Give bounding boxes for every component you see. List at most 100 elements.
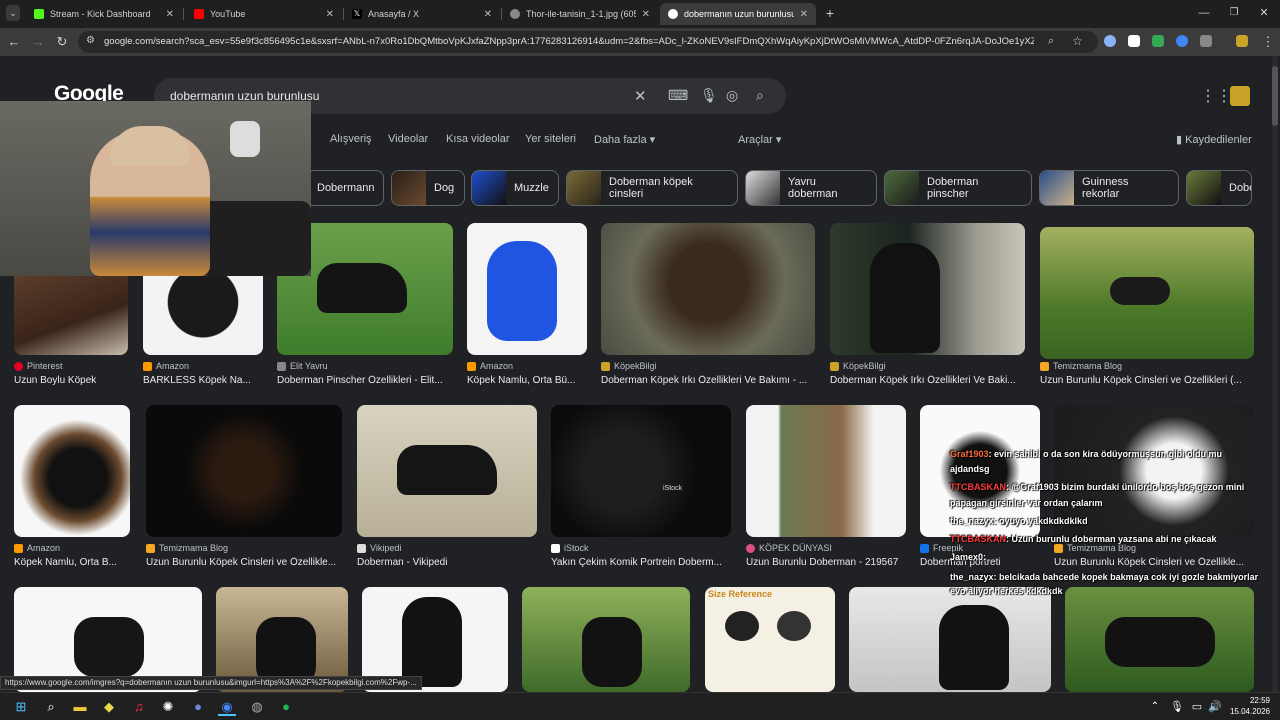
result-source[interactable]: KöpekBilgi (601, 361, 657, 371)
lens-icon[interactable]: ◎ (726, 87, 738, 104)
microphone-icon[interactable]: 🎙 (1168, 698, 1186, 716)
result-thumbnail[interactable] (467, 223, 587, 355)
result-title[interactable]: Uzun Burunlu Köpek Cinsleri ve Özellikle… (146, 557, 342, 568)
result-source[interactable]: KöpekBilgi (830, 361, 886, 371)
restore-icon[interactable]: ❐ (1226, 5, 1242, 21)
clear-icon[interactable]: ✕ (634, 87, 647, 105)
result-thumbnail[interactable] (1040, 227, 1254, 359)
tab-search-button[interactable]: ⌄ (6, 5, 20, 21)
result-title[interactable]: Köpek Namlu, Orta B... (14, 557, 130, 568)
image-result[interactable]: Size Reference (705, 587, 835, 692)
system-clock[interactable]: 22:59 15.04.2026 (1222, 695, 1270, 717)
chip-dog[interactable]: Dog (391, 170, 465, 206)
result-source[interactable]: Temizmama Blog (1040, 361, 1122, 371)
result-source[interactable]: iStock (551, 543, 589, 553)
image-result[interactable]: Amazon Köpek Namlu, Orta B... (14, 405, 130, 575)
filter-shopping[interactable]: Alışveriş (330, 133, 372, 145)
image-result[interactable]: Temizmama Blog Uzun Burunlu Köpek Cinsle… (1040, 223, 1254, 393)
result-thumbnail[interactable] (830, 223, 1025, 355)
tab-google-search[interactable]: dobermanın uzun burunlusu - G ✕ (660, 3, 816, 25)
forward-icon[interactable]: → (30, 34, 46, 50)
filter-videos[interactable]: Videolar (388, 133, 428, 145)
result-title[interactable]: Uzun Boylu Köpek (14, 375, 128, 386)
close-tab-icon[interactable]: ✕ (642, 9, 650, 20)
bookmark-star-icon[interactable]: ☆ (1072, 34, 1083, 48)
extension-icon[interactable] (1128, 35, 1140, 47)
tab-youtube[interactable]: YouTube ✕ (186, 3, 342, 25)
profile-icon[interactable] (1236, 35, 1248, 47)
obs-icon[interactable]: ◍ (248, 698, 266, 716)
result-source[interactable]: Amazon (14, 543, 60, 553)
result-thumbnail[interactable]: iStock (551, 405, 731, 537)
chip-dobermann[interactable]: Dobermann (306, 170, 384, 206)
close-window-icon[interactable]: ✕ (1256, 5, 1272, 21)
search-icon[interactable]: ⌕ (756, 87, 764, 104)
result-source[interactable]: Pinterest (14, 361, 63, 371)
chip-muzzle[interactable]: Muzzle (471, 170, 559, 206)
result-title[interactable]: Doberman Pinscher Özellikleri - Elit... (277, 375, 453, 386)
extension-icon[interactable] (1176, 35, 1188, 47)
result-source[interactable]: KÖPEK DÜNYASI (746, 543, 832, 553)
close-tab-icon[interactable]: ✕ (166, 9, 174, 20)
result-title[interactable]: Köpek Namlu, Orta Bü... (467, 375, 587, 386)
apps-grid-icon[interactable]: ⋮⋮ (1200, 86, 1232, 106)
filter-short-videos[interactable]: Kısa videolar (446, 133, 510, 145)
file-explorer-icon[interactable]: ▬ (71, 698, 89, 716)
image-result[interactable] (1065, 587, 1254, 692)
result-thumbnail[interactable] (849, 587, 1051, 692)
result-thumbnail[interactable] (522, 587, 690, 692)
image-result[interactable]: Amazon Köpek Namlu, Orta Bü... (467, 223, 587, 393)
new-tab-icon[interactable]: + (822, 5, 838, 21)
result-title[interactable]: Uzun Burunlu Köpek Cinsleri ve Özellikle… (1040, 375, 1254, 386)
result-title[interactable]: BARKLESS Köpek Na... (143, 375, 263, 386)
keyboard-icon[interactable]: ⌨ (668, 87, 688, 104)
tab-image[interactable]: Thor-ile-tanisin_1-1.jpg (605×6 ✕ (502, 3, 658, 25)
result-thumbnail[interactable] (601, 223, 815, 355)
image-result[interactable] (522, 587, 690, 692)
image-result[interactable]: KöpekBilgi Doberman Köpek Irkı Özellikle… (830, 223, 1025, 393)
spotify-icon[interactable]: ● (277, 698, 295, 716)
microphone-icon[interactable]: 🎙 (700, 87, 718, 104)
network-icon[interactable]: ▭ (1188, 698, 1206, 716)
avatar[interactable] (1230, 86, 1250, 106)
filter-places[interactable]: Yer siteleri (525, 133, 576, 145)
discord-icon[interactable]: ● (189, 698, 207, 716)
chip-doberman-breeds[interactable]: Doberman köpek cinsleri (566, 170, 738, 206)
extensions-puzzle-icon[interactable] (1200, 35, 1212, 47)
search-icon[interactable]: ⌕ (42, 698, 60, 716)
app-icon[interactable]: ◆ (100, 698, 118, 716)
result-source[interactable]: Elit Yavru (277, 361, 328, 371)
chip-dobe[interactable]: Dobe (1186, 170, 1252, 206)
result-thumbnail[interactable] (14, 405, 130, 537)
chip-puppy-doberman[interactable]: Yavru doberman (745, 170, 877, 206)
tools-button[interactable]: Araçlar ▾ (738, 133, 781, 146)
result-title[interactable]: Doberman - Vikipedi (357, 557, 537, 568)
back-icon[interactable]: ← (6, 34, 22, 50)
chip-guinness[interactable]: Guinness rekorlar (1039, 170, 1179, 206)
result-thumbnail[interactable] (357, 405, 537, 537)
result-thumbnail[interactable] (1065, 587, 1254, 692)
reload-icon[interactable]: ↻ (54, 34, 70, 50)
zoom-icon[interactable]: ⌕ (1048, 35, 1054, 48)
close-tab-icon[interactable]: ✕ (326, 9, 334, 20)
result-source[interactable]: Temizmama Blog (146, 543, 228, 553)
extension-icon[interactable] (1104, 35, 1116, 47)
result-thumbnail[interactable]: Size Reference (705, 587, 835, 692)
image-result[interactable]: Vikipedi Doberman - Vikipedi (357, 405, 537, 575)
chatgpt-icon[interactable]: ✺ (159, 698, 177, 716)
extension-icon[interactable] (1152, 35, 1164, 47)
tab-kick-dashboard[interactable]: Stream - Kick Dashboard ✕ (26, 3, 182, 25)
minimize-icon[interactable]: — (1196, 5, 1212, 21)
filter-more[interactable]: Daha fazla ▾ (594, 133, 655, 146)
scrollbar-thumb[interactable] (1272, 66, 1278, 126)
chevron-up-icon[interactable]: ⌃ (1146, 698, 1164, 716)
result-source[interactable]: Vikipedi (357, 543, 401, 553)
address-bar[interactable]: ⚙ google.com/search?sca_esv=55e9f3c85649… (78, 31, 1098, 53)
result-source[interactable]: Amazon (143, 361, 189, 371)
result-title[interactable]: Doberman Köpek Irkı Özellikleri Ve Baki.… (830, 375, 1025, 386)
result-title[interactable]: Uzun Burunlu Doberman - 219567 (746, 557, 906, 568)
menu-kebab-icon[interactable]: ⋮ (1260, 34, 1276, 50)
image-result[interactable]: Temizmama Blog Uzun Burunlu Köpek Cinsle… (146, 405, 342, 575)
result-title[interactable]: Yakın Çekim Komik Portrein Doberm... (551, 557, 731, 568)
saved-button[interactable]: ▮ Kaydedilenler (1176, 133, 1252, 146)
